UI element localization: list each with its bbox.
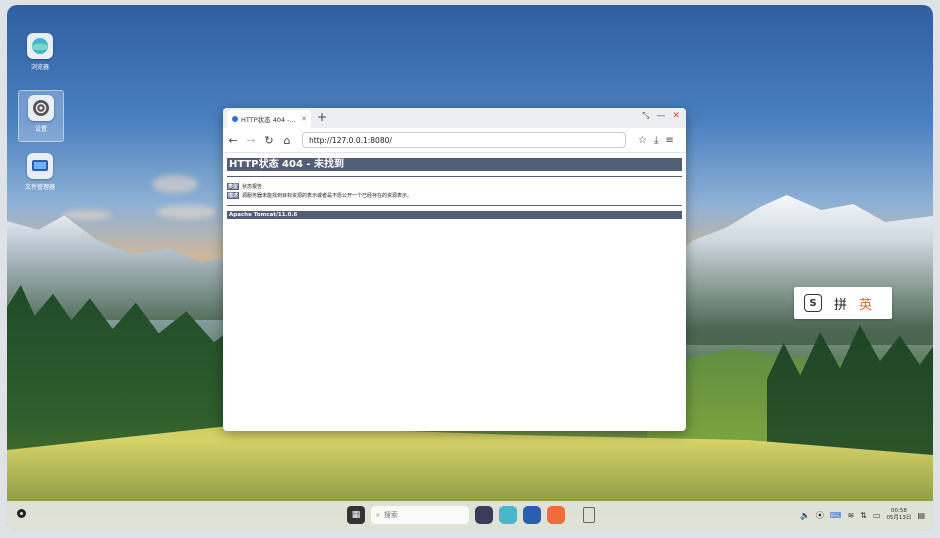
forward-arrow-icon[interactable]: → [246, 134, 256, 147]
divider [227, 176, 682, 177]
system-tray: 🔈 ⦿ ⌨ ≋ ⇅ ▭ 00:58 05月13日 ▤ [800, 508, 925, 522]
ime-english-mode[interactable]: 英 [859, 294, 872, 313]
home-icon[interactable]: ⌂ [282, 134, 292, 147]
app-grid-icon[interactable]: ▦ [347, 506, 365, 524]
browser-icon [27, 33, 53, 59]
dock-app-file-manager-icon[interactable] [523, 506, 541, 524]
wallpaper-cloud [157, 205, 217, 219]
input-method-panel[interactable]: S 拼 英 [794, 287, 892, 319]
volume-icon[interactable]: 🔈 [800, 511, 810, 520]
download-icon[interactable]: ⤓ [654, 135, 658, 146]
wallpaper-cloud [62, 210, 112, 220]
type-line: 类型 状态报告 [227, 182, 682, 191]
address-bar-url: http://127.0.0.1:8080/ [309, 135, 392, 145]
network-icon[interactable]: ⇅ [860, 511, 867, 520]
dock-app-browser-icon[interactable] [499, 506, 517, 524]
desktop-icon-file-manager[interactable]: 文件管理器 [18, 153, 62, 191]
desktop-icon-settings[interactable]: 设置 [18, 90, 64, 142]
bookmark-star-icon[interactable]: ☆ [638, 135, 647, 146]
restore-window-icon[interactable]: ⤡ [642, 111, 649, 121]
record-icon[interactable]: ⦿ [816, 510, 824, 521]
page-title: HTTP状态 404 - 未找到 [227, 158, 682, 171]
description-value: 源服务器未能找到目标资源的表示或者是不愿公开一个已经存在的资源表示。 [242, 193, 413, 199]
desktop-icon-label: 设置 [34, 126, 47, 133]
reload-icon[interactable]: ↻ [264, 134, 274, 147]
window-controls: ⤡ — ✕ [642, 111, 680, 121]
clock-date: 05月13日 [886, 515, 912, 521]
wifi-icon[interactable]: ≋ [847, 511, 854, 520]
settings-gear-icon [28, 95, 54, 121]
back-arrow-icon[interactable]: ← [228, 134, 238, 147]
address-bar[interactable]: http://127.0.0.1:8080/ [302, 132, 626, 148]
clock-time: 00:58 [891, 508, 907, 514]
favicon-icon [232, 116, 238, 122]
taskbar: ▦ ⌕ 搜索 🔈 ⦿ ⌨ ≋ ⇅ ▭ 00:58 05月13日 ▤ [7, 501, 933, 531]
battery-icon[interactable]: ▭ [873, 511, 881, 520]
new-tab-button[interactable]: + [317, 110, 327, 124]
search-placeholder: 搜索 [383, 511, 398, 519]
browser-tab[interactable]: HTTP状态 404 -... ✕ [227, 110, 311, 128]
wallpaper-mountain [667, 195, 933, 345]
ime-pinyin-mode[interactable]: 拼 [834, 294, 847, 313]
tab-title: HTTP状态 404 -... [241, 116, 296, 124]
page-content: HTTP状态 404 - 未找到 类型 状态报告 描述 源服务器未能找到目标资源… [223, 153, 686, 219]
search-icon: ⌕ [376, 510, 380, 519]
divider [227, 205, 682, 206]
type-value: 状态报告 [242, 184, 263, 190]
server-footer: Apache Tomcat/11.0.6 [227, 211, 682, 219]
dock: ▦ ⌕ 搜索 [347, 506, 595, 524]
description-line: 描述 源服务器未能找到目标资源的表示或者是不愿公开一个已经存在的资源表示。 [227, 191, 682, 200]
navigation-toolbar: ← → ↻ ⌂ http://127.0.0.1:8080/ ☆ ⤓ ≡ [223, 128, 686, 153]
close-window-icon[interactable]: ✕ [672, 111, 680, 121]
type-label: 类型 [227, 183, 240, 190]
trash-icon[interactable] [583, 507, 595, 523]
launcher-icon[interactable] [17, 509, 26, 518]
desktop-icon-label: 浏览器 [30, 64, 49, 71]
file-manager-icon [27, 153, 53, 179]
notification-icon[interactable]: ▤ [917, 511, 925, 520]
input-method-icon[interactable]: ⌨ [830, 511, 842, 520]
toolbar-actions: ☆ ⤓ ≡ [638, 135, 674, 146]
wallpaper-cloud [152, 175, 198, 193]
desktop: 浏览器 设置 文件管理器 HTTP状态 404 -... ✕ + ⤡ — ✕ ←… [7, 5, 933, 531]
desktop-icon-label: 文件管理器 [24, 184, 55, 191]
clock[interactable]: 00:58 05月13日 [886, 508, 911, 522]
minimize-window-icon[interactable]: — [656, 111, 665, 121]
dock-app-store-icon[interactable] [547, 506, 565, 524]
desktop-icon-browser[interactable]: 浏览器 [18, 33, 62, 71]
sogou-logo-icon: S [804, 294, 822, 312]
menu-icon[interactable]: ≡ [665, 135, 673, 146]
close-tab-icon[interactable]: ✕ [301, 115, 307, 123]
taskbar-search[interactable]: ⌕ 搜索 [371, 506, 469, 524]
description-label: 描述 [227, 192, 240, 199]
dock-app-music-icon[interactable] [475, 506, 493, 524]
tab-bar: HTTP状态 404 -... ✕ + ⤡ — ✕ [223, 108, 686, 128]
browser-window: HTTP状态 404 -... ✕ + ⤡ — ✕ ← → ↻ ⌂ http:/… [223, 108, 686, 431]
